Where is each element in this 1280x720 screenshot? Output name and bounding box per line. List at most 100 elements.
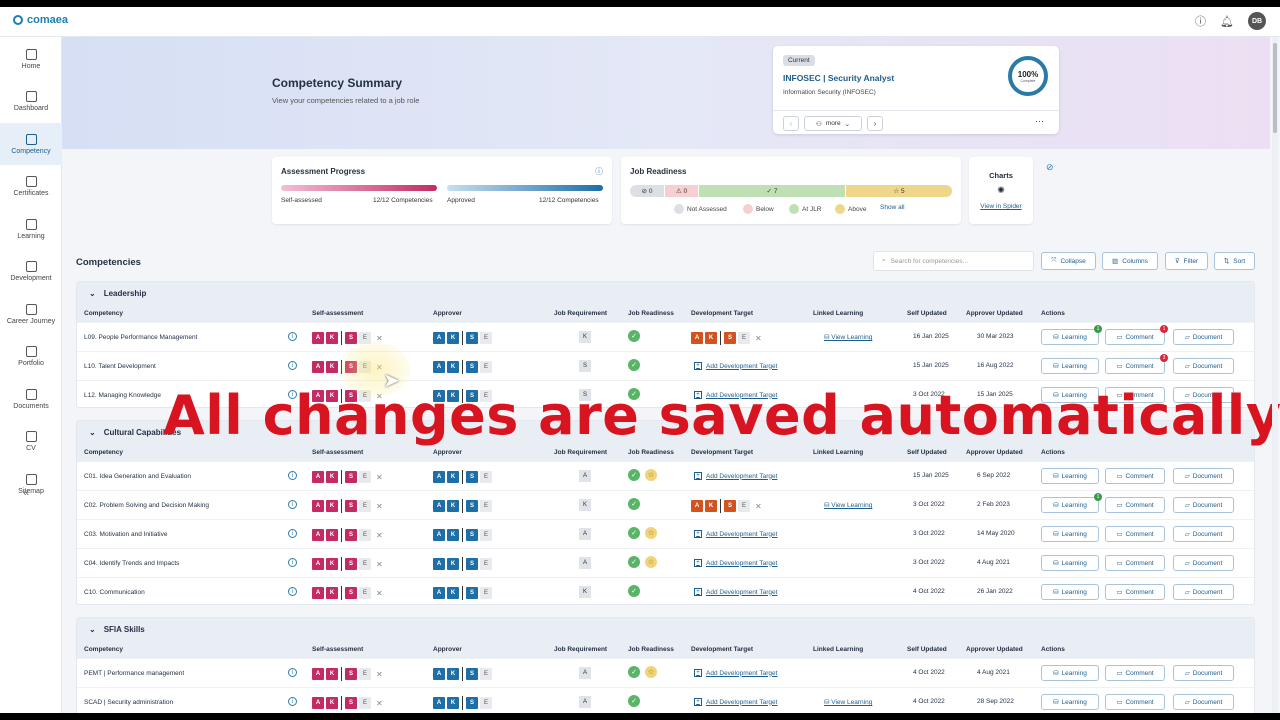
chip-s[interactable]: S <box>345 471 357 483</box>
view-spider-link[interactable]: View in Spider <box>969 203 1033 210</box>
col-self-updated[interactable]: Self Updated <box>907 449 947 456</box>
add-development-target-link[interactable]: + Add Development Target <box>694 530 777 538</box>
chip-k[interactable]: K <box>447 558 459 570</box>
chip-k[interactable]: K <box>447 361 459 373</box>
chip-k[interactable]: K <box>705 500 717 512</box>
chip-s[interactable]: S <box>466 471 478 483</box>
col-self-assessment[interactable]: Self-assessment <box>312 646 363 653</box>
comment-button[interactable]: ▭ Comment <box>1105 584 1165 600</box>
col-competency[interactable]: Competency <box>84 449 123 456</box>
table-row[interactable]: C02. Problem Solving and Decision Making… <box>77 490 1254 519</box>
col-job-requirement[interactable]: Job Requirement <box>554 310 607 317</box>
chip-k[interactable]: K <box>447 668 459 680</box>
chip-k[interactable]: K <box>447 500 459 512</box>
chip-e[interactable]: E <box>359 558 371 570</box>
info-icon[interactable]: i <box>288 529 297 538</box>
chip-k[interactable]: K <box>447 529 459 541</box>
info-icon[interactable]: i <box>288 697 297 706</box>
chip-k[interactable]: K <box>447 697 459 709</box>
chip-k[interactable]: K <box>326 471 338 483</box>
col-development-target[interactable]: Development Target <box>691 310 753 317</box>
clear-icon[interactable]: ✕ <box>376 473 383 482</box>
chip-k[interactable]: K <box>326 529 338 541</box>
chip-e[interactable]: E <box>480 529 492 541</box>
chip-a[interactable]: A <box>433 668 445 680</box>
chip-s[interactable]: S <box>345 500 357 512</box>
chip-a[interactable]: A <box>433 361 445 373</box>
chip-a[interactable]: A <box>312 697 324 709</box>
view-learning-link[interactable]: ⛁ View Learning <box>824 698 872 706</box>
chip-k[interactable]: K <box>447 587 459 599</box>
chip-s[interactable]: S <box>466 529 478 541</box>
chip-e[interactable]: E <box>359 471 371 483</box>
chip-e[interactable]: E <box>480 500 492 512</box>
chip-k[interactable]: K <box>326 697 338 709</box>
col-job-requirement[interactable]: Job Requirement <box>554 449 607 456</box>
clear-icon[interactable]: ✕ <box>376 589 383 598</box>
document-button[interactable]: ▱ Document <box>1173 468 1234 484</box>
chip-s[interactable]: S <box>466 332 478 344</box>
add-development-target-link[interactable]: + Add Development Target <box>694 698 777 706</box>
chip-e[interactable]: E <box>480 558 492 570</box>
col-linked-learning[interactable]: Linked Learning <box>813 310 863 317</box>
competency-name[interactable]: C02. Problem Solving and Decision Making <box>84 502 209 509</box>
level-chips[interactable]: AKSE ✕ <box>312 499 383 513</box>
col-approver[interactable]: Approver <box>433 449 462 456</box>
table-row[interactable]: C10. Communication i A K S E ✕ A K S E K ✓ + Add Devel… <box>77 577 1254 606</box>
chip-e[interactable]: E <box>480 361 492 373</box>
document-button[interactable]: ▱ Document <box>1173 526 1234 542</box>
competency-name[interactable]: C10. Communication <box>84 589 145 596</box>
col-job-requirement[interactable]: Job Requirement <box>554 646 607 653</box>
sidebar-item-portfolio[interactable]: Portfolio <box>0 336 62 378</box>
clear-icon[interactable]: ✕ <box>755 334 762 343</box>
more-options-icon[interactable]: ··· <box>1035 116 1044 126</box>
chip-s[interactable]: S <box>724 500 736 512</box>
chip-a[interactable]: A <box>312 529 324 541</box>
document-button[interactable]: ▱ Document <box>1173 694 1234 710</box>
more-dropdown[interactable]: ⚇ more ⌄ <box>804 116 862 131</box>
level-chips[interactable]: AKSE <box>433 586 492 600</box>
chip-k[interactable]: K <box>326 558 338 570</box>
chip-s[interactable]: S <box>724 332 736 344</box>
document-button[interactable]: ▱ Document <box>1173 584 1234 600</box>
info-icon[interactable]: ⓘ <box>595 166 603 177</box>
chip-s[interactable]: S <box>466 697 478 709</box>
info-icon[interactable]: i <box>288 500 297 509</box>
level-chips[interactable]: AKSE <box>433 360 492 374</box>
info-icon[interactable]: i <box>288 668 297 677</box>
col-development-target[interactable]: Development Target <box>691 646 753 653</box>
sidebar-item-dashboard[interactable]: Dashboard <box>0 81 62 123</box>
sidebar-item-documents[interactable]: Documents <box>0 378 62 420</box>
learning-button[interactable]: ⛁ Learning <box>1041 526 1099 542</box>
chip-s[interactable]: S <box>345 587 357 599</box>
chip-a[interactable]: A <box>433 587 445 599</box>
level-chips[interactable]: AKSE ✕ <box>312 528 383 542</box>
document-button[interactable]: ▱ Document <box>1173 555 1234 571</box>
columns-button[interactable]: ▥ Columns <box>1102 252 1158 270</box>
competency-name[interactable]: PEMT | Performance management <box>84 670 184 677</box>
chip-s[interactable]: S <box>345 332 357 344</box>
learning-button[interactable]: ⛁ Learning <box>1041 468 1099 484</box>
chip-a[interactable]: A <box>433 500 445 512</box>
competency-name[interactable]: L10. Talent Development <box>84 363 156 370</box>
col-self-assessment[interactable]: Self-assessment <box>312 449 363 456</box>
chip-a[interactable]: A <box>312 668 324 680</box>
hide-eye-icon[interactable]: ⊘ <box>1046 162 1054 173</box>
sidebar-item-home[interactable]: Home <box>0 38 62 80</box>
search-input[interactable]: ⌕ Search for competencies... <box>873 251 1034 271</box>
col-job-readiness[interactable]: Job Readiness <box>628 449 674 456</box>
chip-a[interactable]: A <box>312 361 324 373</box>
chip-e[interactable]: E <box>359 587 371 599</box>
filter-button[interactable]: ⊽ Filter <box>1165 252 1208 270</box>
chip-s[interactable]: S <box>466 558 478 570</box>
level-chips[interactable]: AKSE ✕ <box>312 586 383 600</box>
sidebar-item-sitemap[interactable]: Sitemap <box>0 463 62 505</box>
add-development-target-link[interactable]: + Add Development Target <box>694 588 777 596</box>
clear-icon[interactable]: ✕ <box>376 699 383 708</box>
chip-a[interactable]: A <box>433 697 445 709</box>
chip-e[interactable]: E <box>480 332 492 344</box>
chip-s[interactable]: S <box>345 668 357 680</box>
clear-icon[interactable]: ✕ <box>376 502 383 511</box>
sort-button[interactable]: ⇅ Sort <box>1214 252 1255 270</box>
info-icon[interactable]: i <box>288 558 297 567</box>
